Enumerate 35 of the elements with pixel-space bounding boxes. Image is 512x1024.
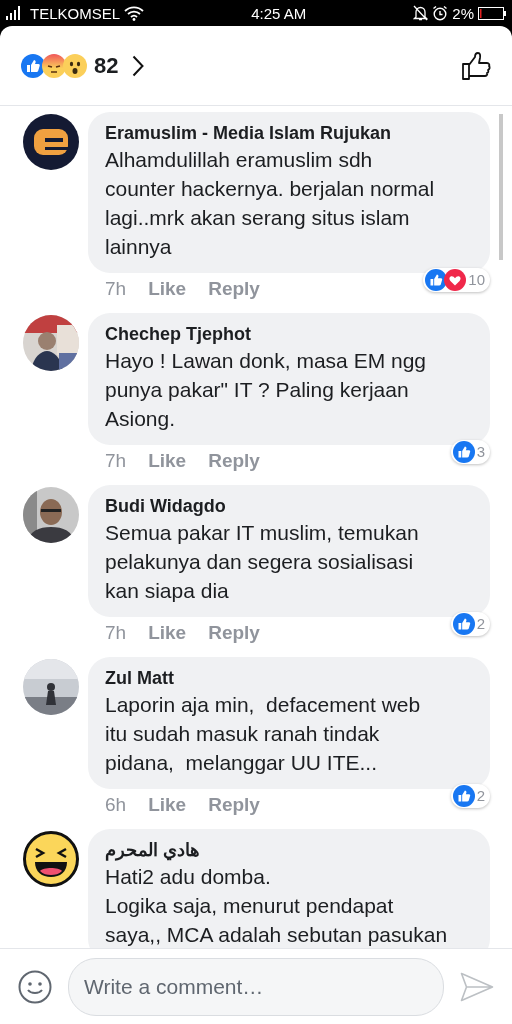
like-link[interactable]: Like (148, 449, 187, 472)
comment-time: 7h (105, 277, 127, 300)
comment-text: Alhamdulillah eramuslim sdh counter hackernya. berjalan normal lagi..mrk akan serang situs islam lainnya (105, 147, 436, 260)
reply-link[interactable]: Reply (208, 277, 260, 300)
reply-link[interactable]: Reply (208, 449, 260, 472)
reaction-total: 10 (468, 271, 485, 288)
comment-input[interactable]: Write a comment… (68, 957, 444, 1016)
commenter-name[interactable]: Eramuslim - Media Islam Rujukan (105, 121, 478, 145)
reaction-total: 2 (476, 615, 485, 632)
comment-text: Semua pakar IT muslim, temukan pelakunya dan segera sosialisasi kan siapa dia (105, 520, 420, 604)
comment-time: 7h (105, 449, 127, 472)
like-link[interactable]: Like (148, 621, 187, 644)
reactions-badge[interactable]: 2 (450, 783, 490, 808)
commenter-name[interactable]: Chechep Tjephot (105, 322, 478, 346)
battery-percent: 2% (452, 4, 474, 22)
commenter-name[interactable]: Zul Matt (105, 666, 478, 690)
reply-link[interactable]: Reply (208, 793, 260, 816)
clock-time: 4:25 AM (251, 4, 307, 22)
reactions-badge[interactable]: 2 (450, 611, 490, 636)
reaction-total: 2 (476, 787, 485, 804)
comment-text: Hayo ! Lawan donk, masa EM ngg punya pakar" IT ? Paling kerjaan Asiong. (105, 348, 427, 432)
reactions-badge[interactable]: 10 (423, 267, 490, 292)
like-link[interactable]: Like (148, 277, 187, 300)
reaction-count[interactable]: 82 (94, 52, 119, 79)
like-link[interactable]: Like (148, 793, 187, 816)
comment-time: 7h (105, 621, 127, 644)
commenter-name[interactable]: Budi Widagdo (105, 494, 478, 518)
reaction-total: 3 (476, 443, 485, 460)
reactions-badge[interactable]: 3 (450, 439, 490, 464)
commenter-name[interactable]: هادي المحرم (105, 838, 478, 862)
comment-text: Laporin aja min, defacement web itu sudah masuk ranah tindak pidana, melanggar UU ITE... (105, 692, 422, 776)
comment-text: Hati2 adu domba. Logika saja, menurut pendapat saya,, MCA adalah sebutan pasukan (105, 864, 449, 948)
reply-link[interactable]: Reply (208, 621, 260, 644)
carrier-name: TELKOMSEL (30, 4, 121, 22)
comment-time: 6h (105, 793, 127, 816)
